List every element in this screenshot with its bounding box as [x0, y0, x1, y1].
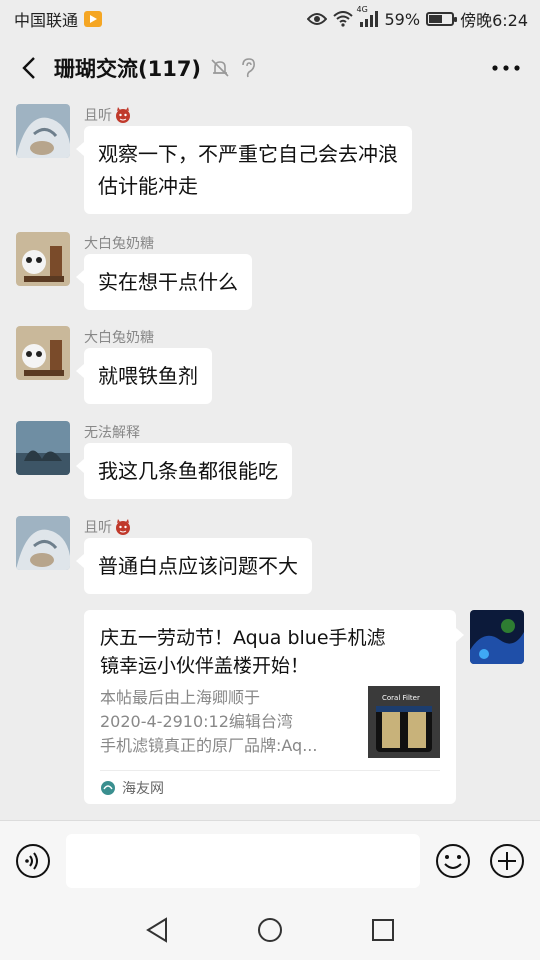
more-functions-button[interactable] [488, 842, 526, 880]
ear-icon [239, 57, 257, 79]
play-icon [84, 11, 103, 27]
voice-button[interactable] [14, 842, 52, 880]
circle-home-icon [257, 918, 282, 942]
chat-header: 珊瑚交流(117) [0, 38, 540, 98]
link-card-title-line: 镜幸运小伙伴盖楼开始！ [100, 655, 310, 677]
link-card-title: 庆五一劳动节！Aqua blue手机滤 镜幸运小伙伴盖楼开始！ [100, 624, 440, 680]
mute-bell-icon [209, 57, 231, 79]
sender-name: 大白兔奶糖 [84, 236, 154, 252]
link-card-desc-line: 手机滤镜真正的原厂品牌:Aq... [100, 736, 318, 755]
link-card-desc-line: 本帖最后由上海卿顺于 [100, 688, 261, 707]
message-bubble[interactable]: 就喂铁鱼剂 [76, 348, 212, 404]
devil-emoji-icon [116, 107, 130, 123]
message-bubble[interactable]: 实在想干点什么 [76, 254, 252, 310]
link-card-title-line: 庆五一劳动节！Aqua blue手机滤 [100, 627, 386, 649]
carrier-label: 中国联通 [14, 11, 79, 30]
system-home-button[interactable] [250, 910, 290, 950]
message-item: 大白兔奶糖 实在想干点什么 [16, 232, 252, 310]
avatar[interactable] [16, 232, 70, 286]
message-item: 且听 观察一下，不严重它自己会去冲浪 估计能冲走 [16, 104, 412, 214]
battery-percent: 59% [384, 9, 421, 29]
avatar[interactable] [16, 516, 70, 570]
emoji-button[interactable] [434, 842, 472, 880]
battery-icon [426, 12, 458, 26]
message-item: 大白兔奶糖 就喂铁鱼剂 [16, 326, 212, 404]
network-type-label: 4G [356, 5, 368, 14]
back-button[interactable] [14, 48, 44, 88]
message-line: 我这几条鱼都很能吃 [98, 459, 278, 483]
globe-icon [101, 780, 115, 795]
self-avatar[interactable] [470, 610, 524, 664]
chat-title: 珊瑚交流(117) [54, 57, 202, 81]
message-line: 就喂铁鱼剂 [98, 364, 198, 388]
more-options-button[interactable] [486, 48, 526, 88]
sender-name: 无法解释 [84, 425, 140, 441]
signal-icon: 4G [357, 5, 379, 27]
message-input[interactable] [66, 833, 420, 888]
message-line: 观察一下，不严重它自己会去冲浪 [98, 142, 398, 166]
system-recents-button[interactable] [363, 910, 403, 950]
link-card-thumbnail: Coral Filter [368, 686, 440, 758]
thumbnail-label: Coral Filter [382, 694, 420, 702]
message-bubble[interactable]: 我这几条鱼都很能吃 [76, 443, 292, 499]
message-bubble[interactable]: 观察一下，不严重它自己会去冲浪 估计能冲走 [76, 126, 412, 214]
sender-name: 且听 [84, 108, 112, 124]
avatar[interactable] [16, 421, 70, 475]
link-card-desc-line: 2020-4-2910:12编辑台湾 [100, 712, 293, 731]
eye-icon [306, 12, 327, 26]
message-input-bar [0, 820, 540, 900]
system-back-button[interactable] [137, 910, 177, 950]
more-dots-icon [492, 65, 520, 71]
avatar[interactable] [16, 104, 70, 158]
triangle-back-icon [145, 917, 167, 943]
message-bubble[interactable]: 普通白点应该问题不大 [76, 538, 312, 594]
plus-icon [490, 843, 524, 878]
link-card[interactable]: 庆五一劳动节！Aqua blue手机滤 镜幸运小伙伴盖楼开始！ 本帖最后由上海卿… [84, 610, 464, 804]
message-line: 普通白点应该问题不大 [98, 554, 298, 578]
smiley-icon [436, 843, 470, 878]
sender-name: 且听 [84, 520, 112, 536]
link-card-source-name: 海友网 [122, 780, 164, 797]
devil-emoji-icon [116, 519, 130, 535]
voice-icon [16, 843, 50, 878]
message-item: 且听 普通白点应该问题不大 [16, 516, 312, 594]
status-bar: 中国联通 4G 59% 傍晚6:24 [0, 0, 540, 38]
message-line: 实在想干点什么 [98, 270, 238, 294]
avatar[interactable] [16, 326, 70, 380]
clock: 傍晚6:24 [460, 11, 528, 30]
square-recents-icon [372, 919, 395, 941]
system-navigation-bar [0, 900, 540, 960]
link-card-description: 本帖最后由上海卿顺于 2020-4-2910:12编辑台湾 手机滤镜真正的原厂品… [100, 686, 358, 758]
sender-name: 大白兔奶糖 [84, 330, 154, 346]
link-card-source: 海友网 [100, 770, 440, 804]
message-item: 无法解释 我这几条鱼都很能吃 [16, 421, 292, 499]
wifi-icon [332, 11, 353, 27]
message-line: 估计能冲走 [98, 174, 198, 198]
chevron-left-icon [22, 57, 35, 79]
